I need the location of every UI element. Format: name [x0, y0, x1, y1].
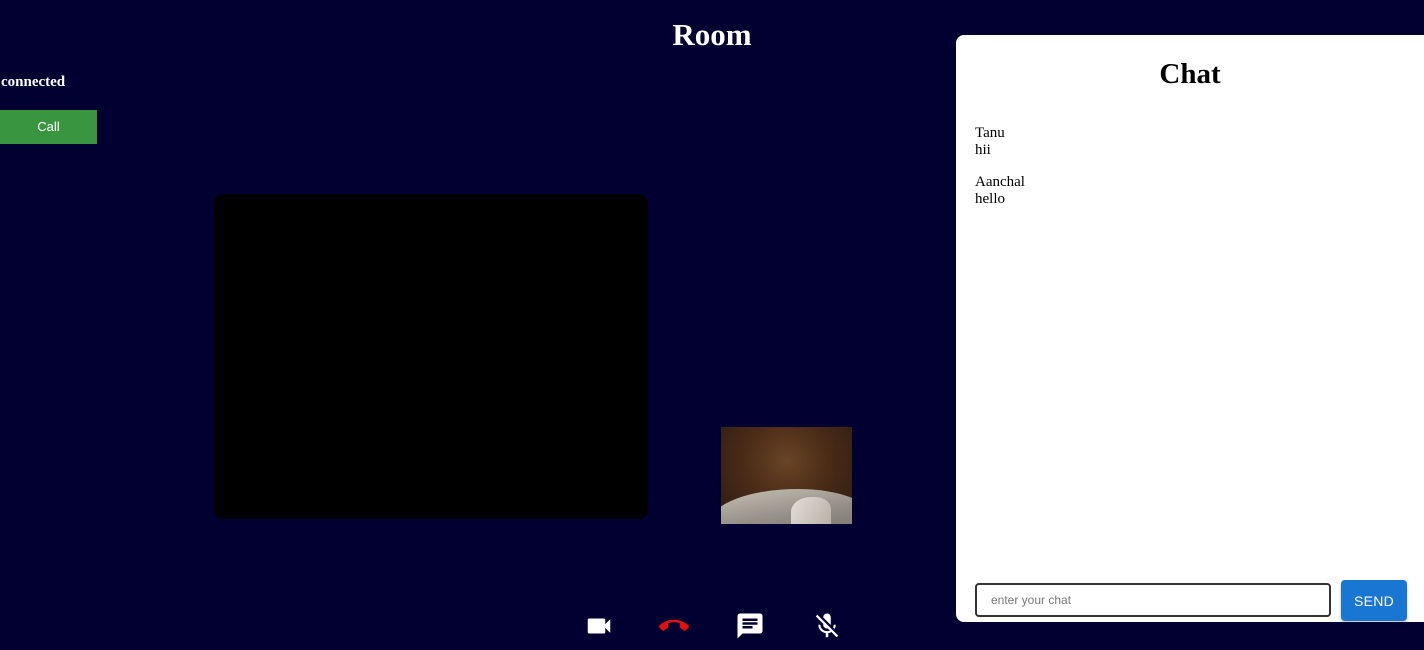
message-text: hello: [975, 191, 1005, 207]
message-sender: Tanu: [975, 125, 1005, 141]
chat-panel: Chat Tanu hii Aanchal hello SEND: [956, 35, 1424, 622]
local-video-scene: [721, 489, 852, 524]
video-camera-icon: [587, 618, 611, 634]
message-sender: Aanchal: [975, 174, 1025, 190]
chat-message: Aanchal hello: [975, 174, 1395, 208]
chat-title: Chat: [1159, 58, 1221, 90]
message-text: hii: [975, 142, 991, 158]
end-call-icon: [659, 619, 689, 631]
video-toggle-button[interactable]: [584, 611, 614, 641]
local-video: [721, 427, 852, 524]
chat-input[interactable]: [975, 583, 1331, 617]
remote-video: [214, 194, 648, 519]
chat-message: Tanu hii: [975, 125, 1395, 159]
end-call-button[interactable]: [658, 611, 689, 641]
chat-messages: Tanu hii Aanchal hello: [975, 125, 1395, 223]
send-button[interactable]: SEND: [1341, 580, 1407, 621]
room-page: Room connected Call Chat Tanu hii Aancha…: [0, 0, 1424, 650]
call-button[interactable]: Call: [0, 110, 97, 144]
chat-icon: [737, 613, 763, 639]
local-video-highlight: [791, 497, 831, 524]
connection-status: connected: [1, 74, 66, 90]
mic-toggle-button[interactable]: [812, 611, 842, 641]
mic-off-icon: [815, 613, 839, 638]
chat-toggle-button[interactable]: [735, 611, 765, 641]
